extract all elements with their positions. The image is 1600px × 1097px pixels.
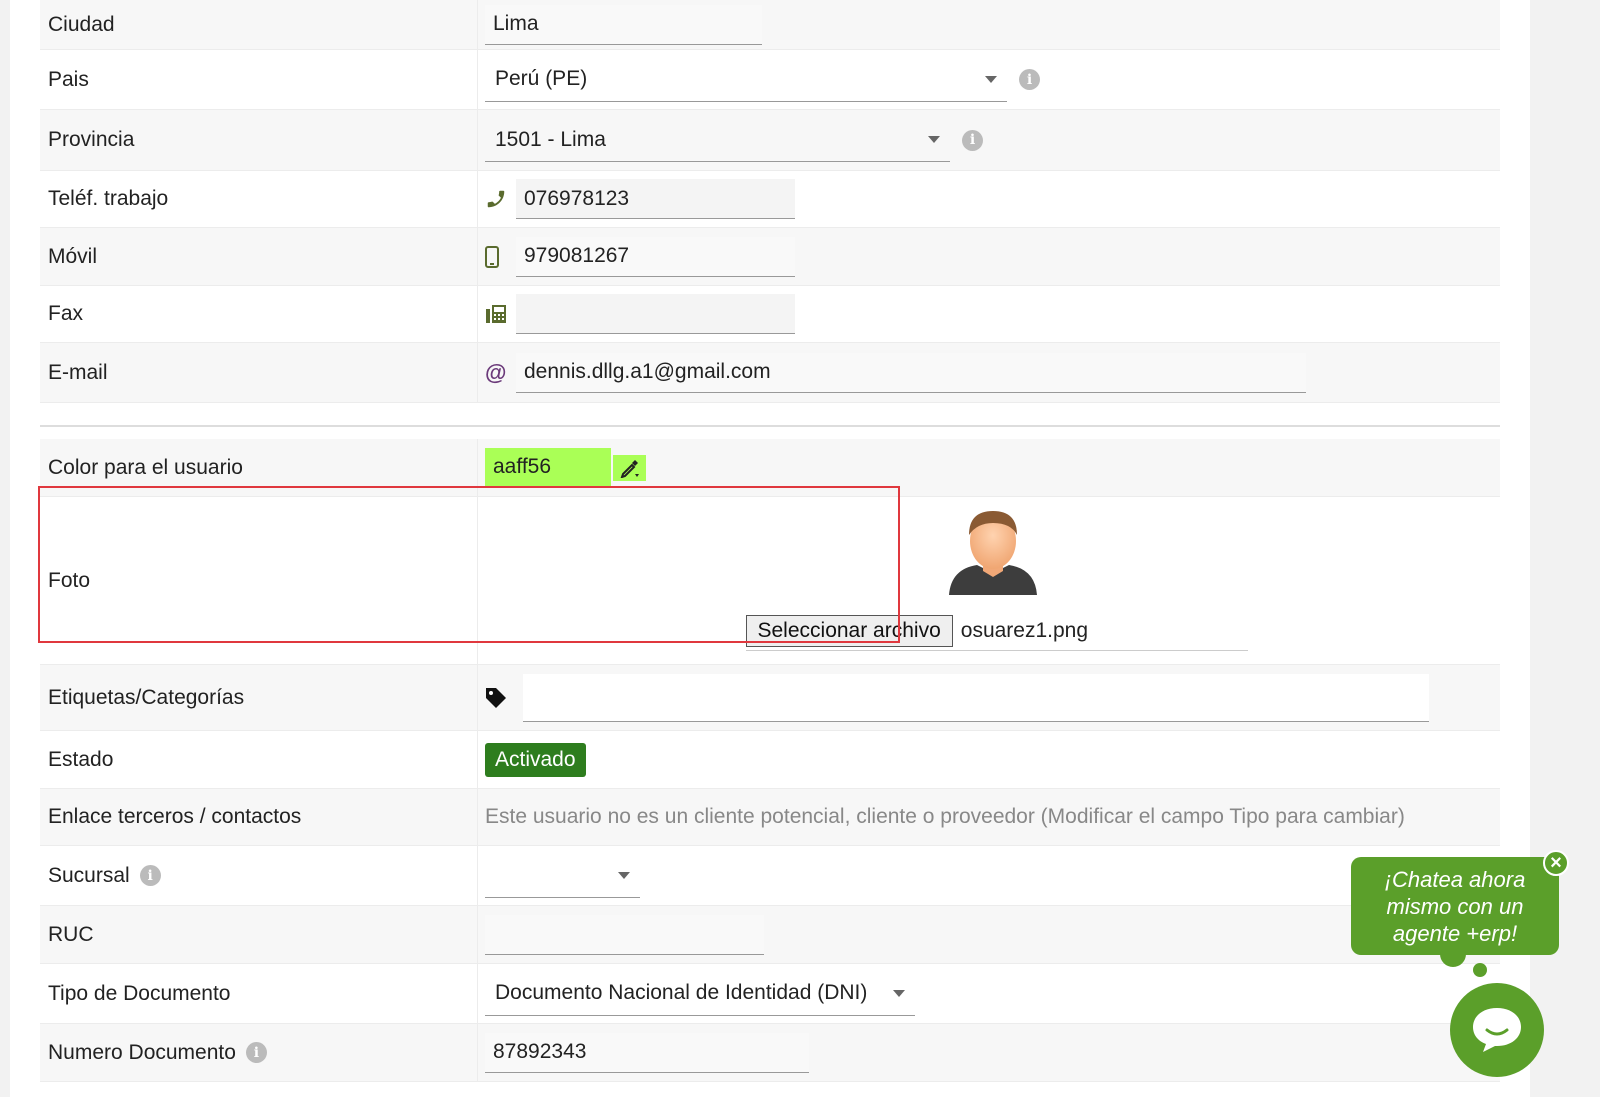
phone-icon [485,188,516,210]
row-email: E-mail @ dennis.dllg.a1@gmail.com [40,343,1500,403]
label-color: Color para el usuario [40,439,478,496]
row-foto: Foto Seleccionar archivo osuarez1.png [40,497,1500,665]
chat-launcher-button[interactable] [1450,983,1544,1077]
chevron-down-icon [985,75,997,83]
label-ciudad: Ciudad [40,0,478,49]
enlace-text: Este usuario no es un cliente potencial,… [485,805,1405,828]
row-enlace: Enlace terceros / contactos Este usuario… [40,789,1500,846]
chat-icon [1473,1008,1521,1052]
tipo-doc-value: Documento Nacional de Identidad (DNI) [495,981,868,1004]
chevron-down-icon [618,871,630,879]
etiquetas-input[interactable] [523,673,1429,722]
tipo-doc-select[interactable]: Documento Nacional de Identidad (DNI) [485,972,915,1016]
row-fax: Fax [40,286,1500,343]
user-avatar [948,511,1037,595]
label-enlace: Enlace terceros / contactos [40,789,478,845]
row-num-doc: Numero Documento i 87892343 [40,1024,1500,1082]
eyedropper-icon [620,459,639,478]
ciudad-input[interactable]: Lima [485,4,762,45]
chat-bubble-tail-small [1473,963,1487,977]
user-form: Ciudad Lima Pais Perú (PE) i Provincia 1… [40,0,1500,1082]
label-etiquetas: Etiquetas/Categorías [40,665,478,730]
label-foto: Foto [40,497,478,664]
label-email: E-mail [40,343,478,402]
label-estado: Estado [40,731,478,788]
row-tipo-doc: Tipo de Documento Documento Nacional de … [40,964,1500,1024]
row-provincia: Provincia 1501 - Lima i [40,110,1500,171]
row-ruc: RUC [40,906,1500,964]
provincia-value: 1501 - Lima [495,127,606,151]
chevron-down-icon [928,136,940,143]
label-ruc: RUC [40,906,478,963]
label-tel-trabajo: Teléf. trabajo [40,171,478,227]
row-sucursal: Sucursal i [40,846,1500,906]
email-input[interactable]: dennis.dllg.a1@gmail.com [516,352,1306,393]
at-icon: @ [485,359,507,385]
sucursal-select[interactable] [485,854,640,898]
fax-icon [485,303,516,325]
mobile-icon [485,245,516,268]
divider [40,403,1500,427]
pais-select[interactable]: Perú (PE) [485,58,1007,102]
label-num-doc: Numero Documento [48,1040,236,1064]
row-color: Color para el usuario aaff56 [40,439,1500,497]
page: Ciudad Lima Pais Perú (PE) i Provincia 1… [10,0,1530,1097]
row-etiquetas: Etiquetas/Categorías [40,665,1500,731]
color-picker-button[interactable] [613,454,646,481]
close-icon[interactable]: × [1543,850,1569,876]
label-pais: Pais [40,50,478,109]
status-badge[interactable]: Activado [485,742,586,777]
chevron-down-icon [893,989,905,997]
tag-icon [485,687,523,709]
provincia-select[interactable]: 1501 - Lima [485,118,950,162]
info-icon[interactable]: i [1019,69,1040,90]
select-file-button[interactable]: Seleccionar archivo [745,614,953,647]
movil-input[interactable]: 979081267 [516,236,795,277]
chat-bubble-tail [1440,941,1466,967]
label-sucursal: Sucursal [48,863,130,887]
file-name: osuarez1.png [960,618,1089,642]
label-provincia: Provincia [40,110,478,170]
tel-trabajo-input[interactable]: 076978123 [516,179,795,219]
num-doc-input[interactable]: 87892343 [485,1032,809,1073]
row-estado: Estado Activado [40,731,1500,789]
info-icon[interactable]: i [962,129,983,151]
info-icon[interactable]: i [245,1042,267,1063]
row-pais: Pais Perú (PE) i [40,50,1500,110]
label-tipo-doc: Tipo de Documento [40,964,478,1023]
fax-input[interactable] [516,294,795,334]
row-movil: Móvil 979081267 [40,228,1500,286]
row-tel-trabajo: Teléf. trabajo 076978123 [40,171,1500,228]
color-input[interactable]: aaff56 [485,447,611,488]
label-movil: Móvil [40,228,478,285]
ruc-input[interactable] [485,914,764,955]
pais-value: Perú (PE) [495,67,588,90]
row-ciudad: Ciudad Lima [40,0,1500,50]
label-fax: Fax [40,286,478,342]
info-icon[interactable]: i [139,865,161,886]
